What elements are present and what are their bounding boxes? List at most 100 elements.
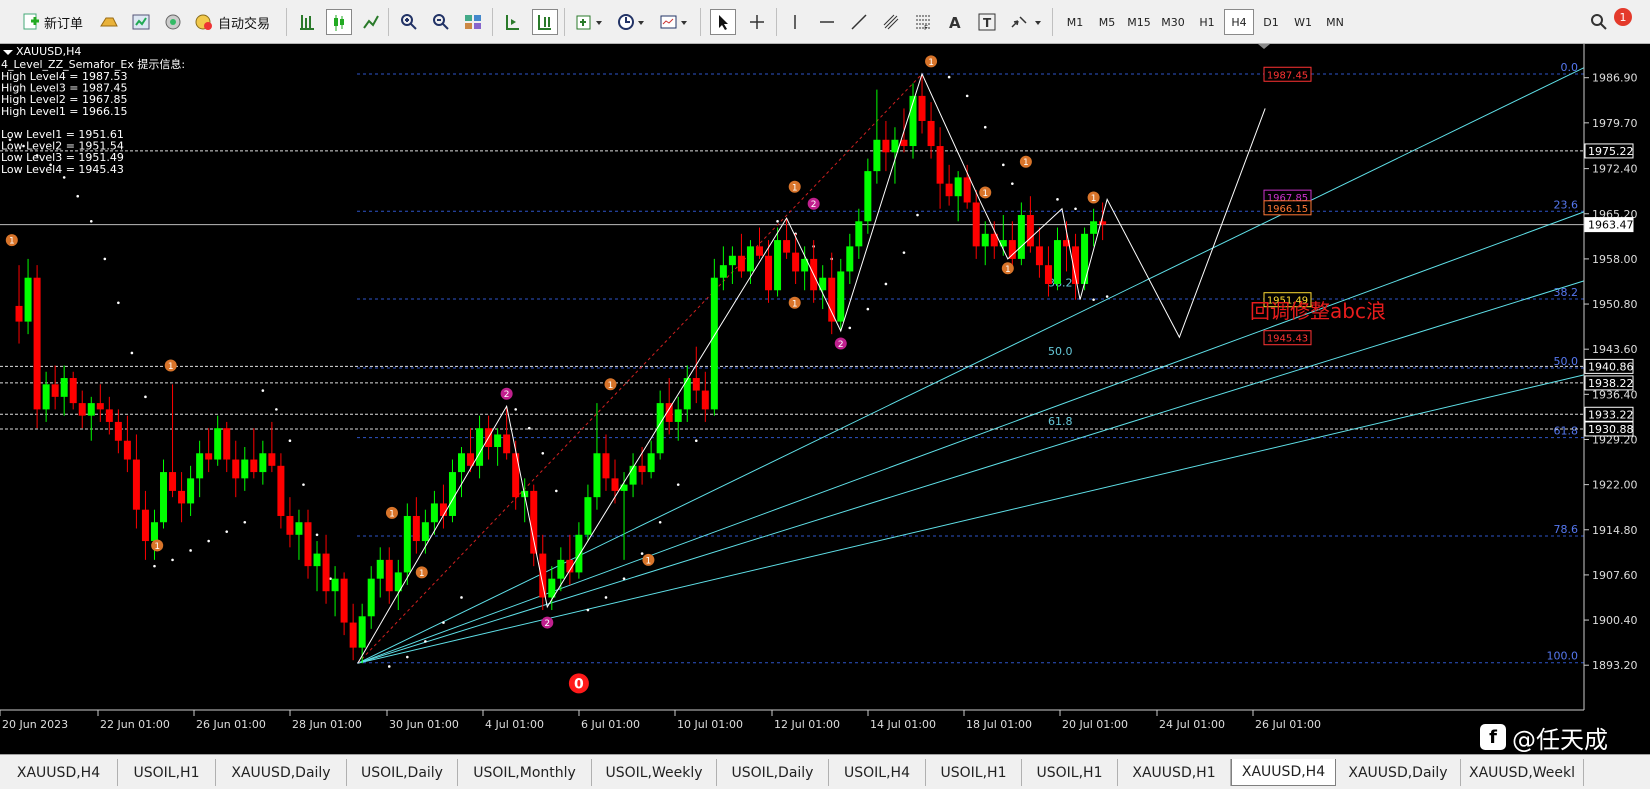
tile-windows-icon[interactable] (460, 9, 486, 35)
zoom-in-icon[interactable] (396, 9, 422, 35)
candle-body (403, 515, 411, 573)
trendline-icon[interactable] (846, 9, 872, 35)
candle-body (638, 465, 646, 473)
candle-body (169, 472, 177, 491)
candle-body (313, 553, 321, 567)
chart-tab[interactable]: XAUUSD,Daily (1336, 759, 1461, 786)
candle-body (1017, 215, 1025, 259)
timeframe-m5[interactable]: M5 (1092, 9, 1122, 35)
chart-tab[interactable]: USOIL,Daily (347, 759, 458, 786)
sar-dot (315, 533, 319, 537)
horizontal-line-icon[interactable] (814, 9, 840, 35)
navigator-icon[interactable] (160, 9, 186, 35)
price-tick-label: 1943.60 (1592, 343, 1638, 356)
market-watch-icon[interactable] (128, 9, 154, 35)
fibonacci-icon[interactable]: F (910, 9, 936, 35)
candle-body (51, 384, 59, 397)
periods-menu-icon[interactable] (614, 9, 650, 35)
vertical-line-icon[interactable] (782, 9, 808, 35)
chart-tab[interactable]: USOIL,Monthly (458, 759, 592, 786)
gold-bars-icon[interactable] (96, 9, 122, 35)
auto-trading-button[interactable]: 自动交易 (190, 9, 274, 35)
price-chart[interactable]: 0.023.638.250.061.878.6100.038.250.061.8… (0, 44, 1650, 754)
chart-tab[interactable]: XAUUSD,H4 (1231, 759, 1336, 786)
fib-level-label: 38.2 (1554, 286, 1579, 299)
fib-level-label: 61.8 (1554, 425, 1579, 438)
chart-tab[interactable]: USOIL,H1 (118, 759, 216, 786)
notification-badge[interactable]: 1 (1614, 8, 1632, 26)
indicators-menu-icon[interactable] (572, 9, 608, 35)
sar-dot (225, 530, 229, 533)
timeframe-w1[interactable]: W1 (1288, 9, 1318, 35)
candle-body (259, 453, 267, 473)
candle-body (340, 578, 348, 623)
semafor-number: 1 (154, 542, 160, 552)
time-tick-label: 4 Jul 01:00 (485, 718, 544, 731)
chart-shift-icon[interactable] (532, 9, 558, 35)
semafor-number: 1 (928, 58, 934, 68)
text-label-icon[interactable]: T (974, 9, 1000, 35)
sar-dot (130, 351, 134, 355)
candle-body (367, 578, 375, 617)
line-chart-icon[interactable] (358, 9, 384, 35)
candle-body (765, 255, 773, 291)
price-tick-label: 1922.00 (1592, 479, 1638, 492)
price-label-value: 1940.86 (1588, 360, 1634, 373)
arrows-menu-icon[interactable] (1006, 9, 1046, 35)
equidistant-channel-icon[interactable] (878, 9, 904, 35)
chart-tab[interactable]: XAUUSD,Daily (216, 759, 347, 786)
timeframe-mn[interactable]: MN (1320, 9, 1350, 35)
bar-chart-icon[interactable] (294, 9, 320, 35)
candlestick-icon[interactable] (326, 9, 352, 35)
candle-body (927, 120, 935, 147)
timeframe-m15[interactable]: M15 (1124, 9, 1154, 35)
price-tick-label: 1979.70 (1592, 117, 1638, 130)
text-tool-icon[interactable]: A (942, 9, 968, 35)
chart-tab[interactable]: XAUUSD,Weekl (1461, 759, 1584, 786)
new-order-button[interactable]: 新订单 (18, 9, 87, 35)
timeframe-d1[interactable]: D1 (1256, 9, 1286, 35)
candle-body (611, 478, 619, 491)
sar-dot (1056, 198, 1059, 201)
timeframe-m30[interactable]: M30 (1156, 9, 1190, 35)
chart-tab[interactable]: USOIL,H4 (829, 759, 926, 786)
time-tick-label: 18 Jul 01:00 (966, 718, 1032, 731)
search-icon[interactable] (1586, 9, 1612, 35)
zoom-out-icon[interactable] (428, 9, 454, 35)
templates-menu-icon[interactable] (656, 9, 692, 35)
candle (710, 258, 718, 416)
candle-body (60, 378, 68, 397)
candle-body (692, 378, 700, 391)
candle-body (458, 453, 465, 473)
sar-dot (171, 558, 174, 562)
chart-tab[interactable]: XAUUSD,H4 (0, 759, 118, 786)
candle-body (629, 465, 637, 485)
chart-tab[interactable]: USOIL,Weekly (592, 759, 717, 786)
semafor-number: 1 (168, 362, 174, 372)
sar-dot (622, 577, 626, 580)
timeframe-m1[interactable]: M1 (1060, 9, 1090, 35)
current-price-label: 1963.47 (1584, 217, 1634, 233)
crosshair-icon[interactable] (744, 9, 770, 35)
candle-body (674, 409, 682, 422)
chart-tab[interactable]: USOIL,Daily (717, 759, 829, 786)
price-level-label: 1975.22 (1584, 143, 1634, 159)
sar-dot (89, 219, 93, 223)
sar-dot (1002, 163, 1005, 167)
timeframe-h4[interactable]: H4 (1224, 9, 1254, 35)
candle-body (385, 559, 393, 592)
cursor-icon[interactable] (710, 9, 736, 35)
auto-scroll-icon[interactable] (500, 9, 526, 35)
sar-dot (207, 539, 210, 543)
price-level-label: 1930.88 (1584, 421, 1634, 437)
chart-tab[interactable]: USOIL,H1 (1022, 759, 1118, 786)
timeframe-h1[interactable]: H1 (1192, 9, 1222, 35)
chart-tab[interactable]: USOIL,H1 (926, 759, 1022, 786)
auto-trading-label: 自动交易 (218, 16, 271, 32)
candle-body (87, 403, 95, 416)
candle-body (439, 503, 447, 516)
semafor-number: 1 (792, 299, 798, 309)
sar-dot (514, 408, 517, 411)
auto-trading-icon (195, 14, 212, 30)
chart-tab[interactable]: XAUUSD,H1 (1118, 759, 1231, 786)
